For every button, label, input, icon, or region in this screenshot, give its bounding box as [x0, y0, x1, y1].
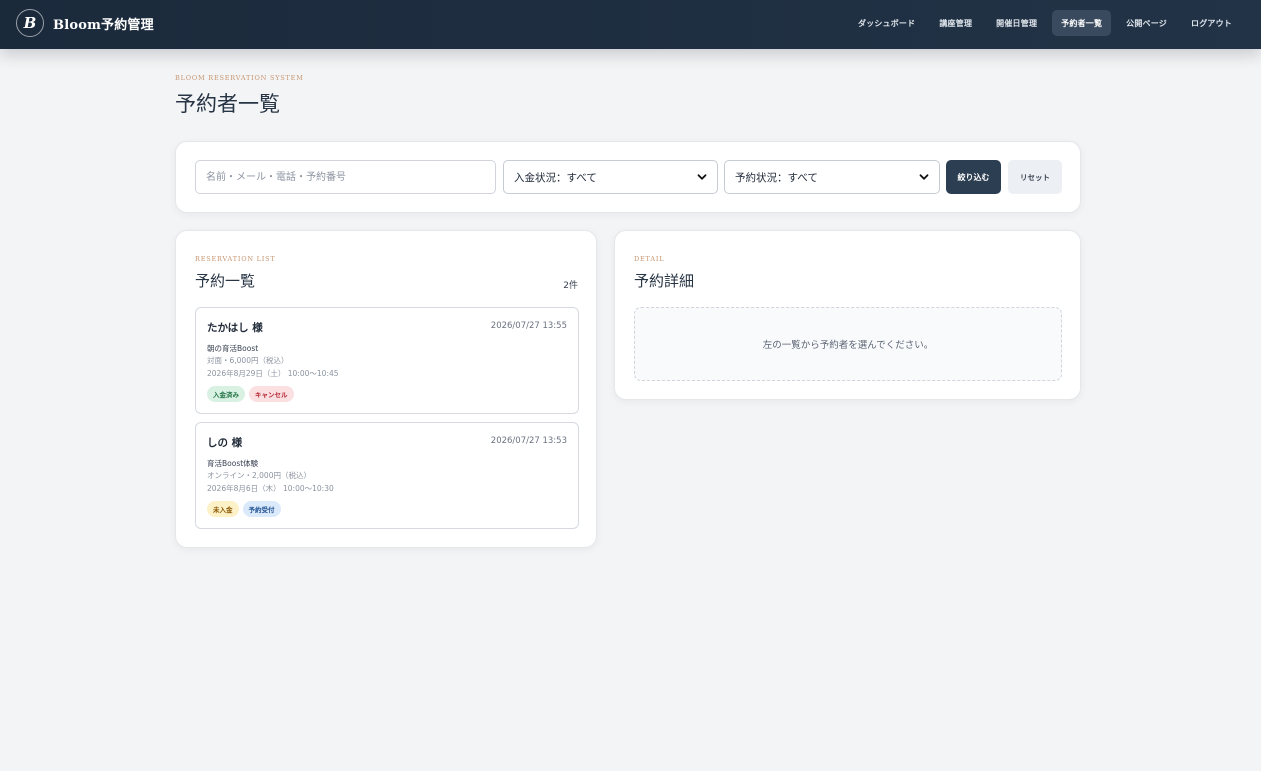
filter-card: 入金状況：すべて 予約状況：すべて 絞り込む リセット — [175, 141, 1081, 213]
reservation-item[interactable]: たかはし 様 2026/07/27 13:55 朝の育活Boost 対面・6,0… — [195, 307, 579, 414]
payment-status-select-value: 入金状況：すべて — [514, 171, 597, 184]
brand-logo-icon: B — [16, 9, 44, 37]
page-title: 予約者一覧 — [175, 92, 280, 116]
brand[interactable]: B Bloom予約管理 — [16, 9, 154, 37]
reset-button[interactable]: リセット — [1008, 160, 1062, 194]
reservation-created-at: 2026/07/27 13:55 — [490, 321, 567, 331]
reservation-created-at: 2026/07/27 13:53 — [490, 436, 567, 446]
reservation-detail-card: DETAIL 予約詳細 左の一覧から予約者を選んでください。 — [614, 230, 1081, 400]
reservation-name: しの 様 — [207, 437, 243, 449]
detail-title: 予約詳細 — [634, 272, 695, 290]
reservation-count: 2件 — [563, 281, 578, 291]
nav-item-logout[interactable]: ログアウト — [1182, 10, 1241, 36]
payment-status-badge: 入金済み — [207, 386, 245, 402]
reservation-name: たかはし 様 — [207, 322, 263, 334]
top-navbar: B Bloom予約管理 ダッシュボード 講座管理 開催日管理 予約者一覧 公開ペ… — [0, 0, 1261, 49]
status-badges: 入金済み キャンセル — [207, 386, 294, 402]
nav-item-schedules[interactable]: 開催日管理 — [987, 10, 1046, 36]
nav-item-reservations[interactable]: 予約者一覧 — [1052, 10, 1112, 36]
reservation-status-select-value: 予約状況：すべて — [735, 171, 818, 184]
reservation-course: 育活Boost体験 — [207, 459, 259, 468]
reservation-status-select[interactable]: 予約状況：すべて — [724, 160, 940, 194]
list-eyebrow: RESERVATION LIST — [195, 255, 276, 263]
app-name: Bloom予約管理 — [53, 17, 154, 33]
reservation-price: 対面・6,000円（税込） — [207, 356, 289, 365]
reservation-course: 朝の育活Boost — [207, 344, 259, 353]
nav-item-courses[interactable]: 講座管理 — [930, 10, 981, 36]
main-nav: ダッシュボード 講座管理 開催日管理 予約者一覧 公開ページ ログアウト — [849, 10, 1241, 36]
reservation-date: 2026年8月6日（木） 10:00〜10:30 — [207, 484, 334, 493]
reservation-status-badge: 予約受付 — [242, 501, 281, 517]
search-input[interactable] — [195, 160, 496, 194]
page-eyebrow: BLOOM RESERVATION SYSTEM — [175, 74, 304, 82]
nav-item-dashboard[interactable]: ダッシュボード — [849, 10, 924, 36]
payment-status-select[interactable]: 入金状況：すべて — [503, 160, 718, 194]
detail-eyebrow: DETAIL — [634, 255, 665, 263]
detail-empty-state: 左の一覧から予約者を選んでください。 — [634, 307, 1062, 381]
reservation-list-card: RESERVATION LIST 予約一覧 2件 たかはし 様 2026/07/… — [175, 230, 597, 548]
nav-item-public-page[interactable]: 公開ページ — [1117, 10, 1176, 36]
status-badges: 未入金 予約受付 — [207, 501, 281, 517]
filter-button[interactable]: 絞り込む — [946, 160, 1001, 194]
reservation-date: 2026年8月29日（土） 10:00〜10:45 — [207, 369, 339, 378]
chevron-down-icon — [919, 174, 929, 180]
payment-status-badge: 未入金 — [207, 501, 239, 517]
reservation-status-badge: キャンセル — [249, 386, 294, 402]
reservation-price: オンライン・2,000円（税込） — [207, 471, 311, 480]
chevron-down-icon — [697, 174, 707, 180]
list-title: 予約一覧 — [195, 272, 256, 290]
reservation-item[interactable]: しの 様 2026/07/27 13:53 育活Boost体験 オンライン・2,… — [195, 422, 579, 529]
